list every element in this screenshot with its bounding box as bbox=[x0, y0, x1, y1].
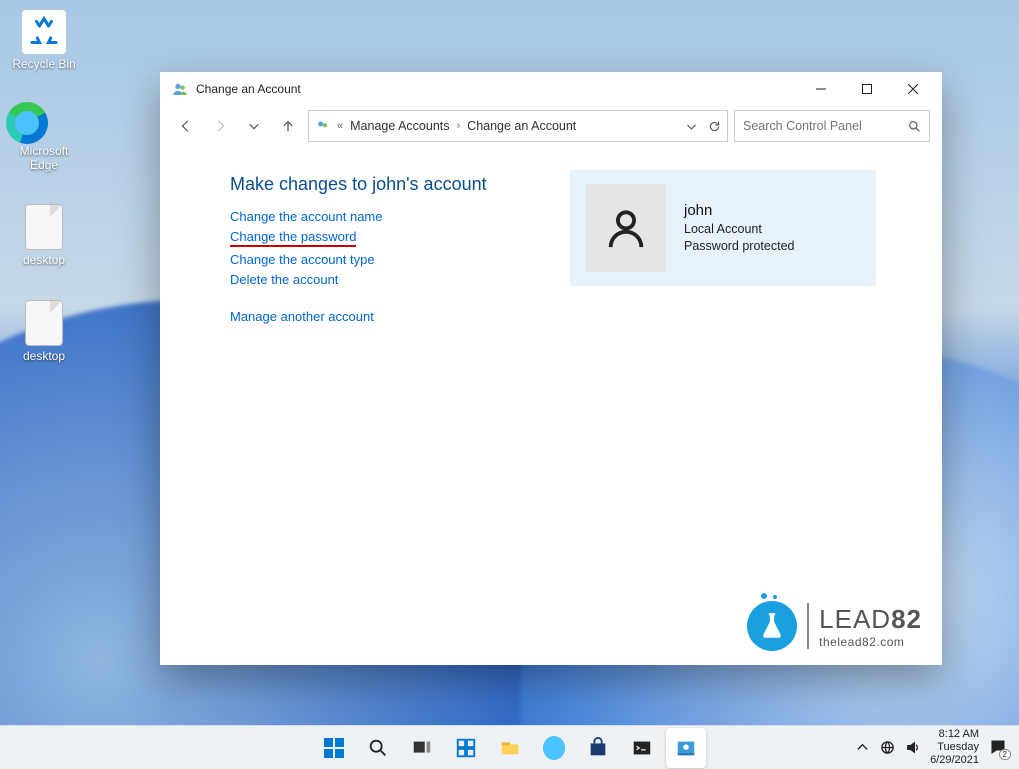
clock-time: 8:12 AM bbox=[930, 728, 979, 741]
taskbar-taskview[interactable] bbox=[402, 728, 442, 768]
taskbar-store[interactable] bbox=[578, 728, 618, 768]
clock-date: 6/29/2021 bbox=[930, 754, 979, 767]
user-name: john bbox=[684, 202, 794, 219]
taskbar-explorer[interactable] bbox=[490, 728, 530, 768]
breadcrumb-prefix: « bbox=[337, 120, 343, 132]
breadcrumb-change[interactable]: Change an Account bbox=[467, 119, 576, 133]
desktop-icon-label: desktop bbox=[6, 349, 82, 363]
watermark-url: thelead82.com bbox=[819, 635, 922, 649]
search-input[interactable] bbox=[743, 119, 908, 133]
desktop-icon-file2[interactable]: desktop bbox=[6, 300, 82, 363]
avatar bbox=[586, 184, 666, 272]
user-line2: Password protected bbox=[684, 238, 794, 255]
window-title: Change an Account bbox=[196, 82, 301, 96]
edge-icon bbox=[6, 102, 48, 144]
start-button[interactable] bbox=[314, 728, 354, 768]
link-change-type[interactable]: Change the account type bbox=[230, 252, 375, 267]
watermark: LEAD82 thelead82.com bbox=[747, 601, 922, 651]
users-icon bbox=[315, 119, 330, 134]
back-button[interactable] bbox=[172, 112, 200, 140]
network-icon[interactable] bbox=[880, 740, 895, 755]
desktop-icon-label: Microsoft Edge bbox=[6, 144, 82, 172]
user-icon bbox=[603, 205, 649, 251]
search-icon bbox=[908, 120, 921, 133]
link-change-password[interactable]: Change the password bbox=[230, 229, 356, 247]
user-info: john Local Account Password protected bbox=[684, 202, 794, 255]
search-box[interactable] bbox=[734, 110, 930, 142]
taskbar-widgets[interactable] bbox=[446, 728, 486, 768]
recycle-icon bbox=[22, 10, 66, 54]
refresh-icon[interactable] bbox=[708, 120, 721, 133]
taskbar-edge[interactable] bbox=[534, 728, 574, 768]
up-button[interactable] bbox=[274, 112, 302, 140]
taskbar: 8:12 AM Tuesday 6/29/2021 2 bbox=[0, 725, 1019, 769]
forward-button[interactable] bbox=[206, 112, 234, 140]
taskbar-terminal[interactable] bbox=[622, 728, 662, 768]
clock[interactable]: 8:12 AM Tuesday 6/29/2021 bbox=[930, 728, 979, 768]
file-icon bbox=[25, 204, 63, 250]
notification-badge: 2 bbox=[999, 749, 1011, 760]
desktop-icon-recycle[interactable]: Recycle Bin bbox=[6, 10, 82, 71]
users-icon bbox=[172, 81, 188, 97]
flask-icon bbox=[747, 601, 797, 651]
taskbar-search[interactable] bbox=[358, 728, 398, 768]
desktop-icon-label: desktop bbox=[6, 253, 82, 267]
link-delete-account[interactable]: Delete the account bbox=[230, 272, 338, 287]
link-manage-another[interactable]: Manage another account bbox=[230, 309, 374, 324]
close-button[interactable] bbox=[890, 74, 936, 104]
user-line1: Local Account bbox=[684, 221, 794, 238]
taskbar-center bbox=[314, 728, 706, 768]
window-body: Make changes to john's account Change th… bbox=[160, 146, 942, 665]
system-tray: 8:12 AM Tuesday 6/29/2021 2 bbox=[855, 728, 1019, 768]
file-icon bbox=[25, 300, 63, 346]
taskbar-control-panel[interactable] bbox=[666, 728, 706, 768]
watermark-brand: LEAD82 bbox=[819, 604, 922, 635]
control-panel-window: Change an Account « Manage Accounts › Ch… bbox=[160, 72, 942, 665]
minimize-button[interactable] bbox=[798, 74, 844, 104]
notifications-button[interactable]: 2 bbox=[989, 738, 1009, 758]
volume-icon[interactable] bbox=[905, 740, 920, 755]
titlebar[interactable]: Change an Account bbox=[160, 72, 942, 106]
link-change-name[interactable]: Change the account name bbox=[230, 209, 383, 224]
desktop-icon-label: Recycle Bin bbox=[6, 57, 82, 71]
chevron-down-icon[interactable] bbox=[685, 120, 698, 133]
desktop-icon-edge[interactable]: Microsoft Edge bbox=[6, 102, 82, 172]
nav-row: « Manage Accounts › Change an Account bbox=[160, 106, 942, 146]
desktop-icon-file1[interactable]: desktop bbox=[6, 204, 82, 267]
recent-button[interactable] bbox=[240, 112, 268, 140]
account-card: john Local Account Password protected bbox=[570, 170, 876, 286]
clock-day: Tuesday bbox=[930, 741, 979, 754]
maximize-button[interactable] bbox=[844, 74, 890, 104]
tray-chevron-icon[interactable] bbox=[855, 740, 870, 755]
breadcrumb-manage[interactable]: Manage Accounts bbox=[350, 119, 449, 133]
address-bar[interactable]: « Manage Accounts › Change an Account bbox=[308, 110, 728, 142]
chevron-right-icon: › bbox=[457, 120, 461, 132]
